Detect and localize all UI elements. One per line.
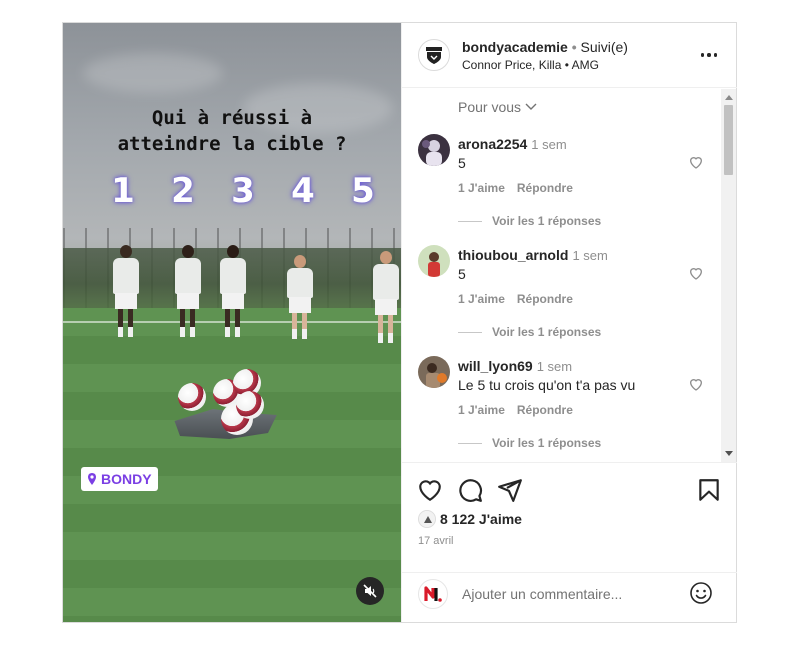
comment-text: 5 bbox=[458, 155, 466, 171]
mute-toggle-button[interactable] bbox=[356, 577, 384, 605]
comment-username-text[interactable]: will_lyon69 bbox=[458, 358, 533, 374]
view-replies-button[interactable]: Voir les 1 réponses bbox=[458, 436, 601, 450]
comment-sort-dropdown[interactable]: Pour vous bbox=[458, 99, 537, 115]
comment-username[interactable]: thioubou_arnold 1 sem bbox=[458, 247, 608, 263]
account-avatar[interactable] bbox=[418, 39, 450, 71]
likes-summary[interactable]: 8 122 J'aime bbox=[418, 510, 522, 528]
comment-input[interactable] bbox=[462, 583, 672, 605]
comment-likes-count[interactable]: 1 J'aime bbox=[458, 403, 505, 417]
overlay-title-line-1: Qui à réussi à bbox=[151, 107, 313, 129]
header-separator: • bbox=[571, 39, 577, 55]
post-actions: 8 122 J'aime 17 avril bbox=[402, 462, 737, 572]
comment-meta: 1 J'aime Répondre bbox=[458, 181, 573, 195]
account-username[interactable]: bondyacademie bbox=[462, 39, 568, 55]
comment-username[interactable]: will_lyon69 1 sem bbox=[458, 358, 572, 374]
comment-username-text[interactable]: arona2254 bbox=[458, 136, 527, 152]
post-dialog: Qui à réussi à atteindre la cible ? 1 2 … bbox=[62, 22, 737, 623]
likes-count: 8 122 J'aime bbox=[440, 511, 522, 527]
bookmark-icon[interactable] bbox=[696, 477, 722, 503]
post-side-panel: bondyacademie • Suivi(e) Connor Price, K… bbox=[401, 23, 737, 622]
sky-cloud bbox=[83, 53, 223, 93]
follow-status-button[interactable]: Suivi(e) bbox=[581, 39, 628, 55]
comment-username-text[interactable]: thioubou_arnold bbox=[458, 247, 568, 263]
post-header: bondyacademie • Suivi(e) Connor Price, K… bbox=[402, 23, 737, 88]
comment-text: Le 5 tu crois qu'on t'a pas vu bbox=[458, 377, 636, 393]
comment-heart-icon[interactable] bbox=[688, 376, 704, 392]
heart-icon[interactable] bbox=[417, 477, 443, 503]
comment-bubble-icon[interactable] bbox=[457, 477, 483, 503]
football bbox=[178, 383, 206, 411]
add-comment-bar bbox=[402, 572, 737, 622]
commenter-avatar[interactable] bbox=[418, 245, 450, 277]
club-crest-icon bbox=[426, 47, 442, 64]
scrollbar-thumb[interactable] bbox=[724, 105, 733, 175]
comment-time: 1 sem bbox=[531, 137, 567, 152]
football-pitch bbox=[63, 308, 401, 622]
comment-item: arona2254 1 sem 5 1 J'aime Répondre Voir … bbox=[418, 134, 718, 245]
header-account-line: bondyacademie • Suivi(e) bbox=[462, 39, 628, 55]
comments-list: Pour vous arona2254 1 sem 5 1 J'aime Répo… bbox=[402, 89, 737, 462]
reply-button[interactable]: Répondre bbox=[517, 403, 573, 417]
comment-username[interactable]: arona2254 1 sem bbox=[458, 136, 567, 152]
comment-meta: 1 J'aime Répondre bbox=[458, 403, 573, 417]
emoji-icon[interactable] bbox=[689, 581, 713, 605]
reply-button[interactable]: Répondre bbox=[517, 181, 573, 195]
current-user-avatar bbox=[418, 579, 448, 609]
comment-item: thioubou_arnold 1 sem 5 1 J'aime Répondre… bbox=[418, 245, 718, 356]
view-replies-label: Voir les 1 réponses bbox=[492, 436, 602, 450]
player-number-row: 1 2 3 4 5 bbox=[103, 171, 383, 211]
location-label: BONDY bbox=[101, 471, 152, 487]
location-pin-icon bbox=[85, 472, 99, 486]
comment-text: 5 bbox=[458, 266, 466, 282]
chevron-down-icon bbox=[525, 103, 537, 110]
view-replies-button[interactable]: Voir les 1 réponses bbox=[458, 325, 601, 339]
location-sticker[interactable]: BONDY bbox=[81, 467, 158, 491]
player-number-1: 1 bbox=[111, 171, 135, 211]
comments-scrollbar[interactable] bbox=[721, 89, 736, 462]
commenter-avatar[interactable] bbox=[418, 134, 450, 166]
view-replies-label: Voir les 1 réponses bbox=[492, 325, 602, 339]
view-replies-label: Voir les 1 réponses bbox=[492, 214, 602, 228]
comment-likes-count[interactable]: 1 J'aime bbox=[458, 292, 505, 306]
overlay-title-line-2: atteindre la cible ? bbox=[117, 133, 347, 155]
commenter-avatar[interactable] bbox=[418, 356, 450, 388]
comment-item: will_lyon69 1 sem Le 5 tu crois qu'on t'a… bbox=[418, 356, 718, 462]
scroll-up-arrow-icon[interactable] bbox=[725, 95, 733, 100]
comment-time: 1 sem bbox=[572, 248, 608, 263]
more-options-icon[interactable] bbox=[699, 45, 719, 65]
comment-heart-icon[interactable] bbox=[688, 154, 704, 170]
pitch-line bbox=[63, 321, 401, 323]
player-number-2: 2 bbox=[171, 171, 195, 211]
reply-button[interactable]: Répondre bbox=[517, 292, 573, 306]
audio-track-link[interactable]: Connor Price, Killa • AMG bbox=[462, 58, 599, 72]
football bbox=[236, 391, 264, 419]
post-date: 17 avril bbox=[418, 535, 454, 547]
scroll-down-arrow-icon[interactable] bbox=[725, 451, 733, 456]
view-replies-button[interactable]: Voir les 1 réponses bbox=[458, 214, 601, 228]
comment-heart-icon[interactable] bbox=[688, 265, 704, 281]
post-media-video[interactable]: Qui à réussi à atteindre la cible ? 1 2 … bbox=[63, 23, 401, 622]
comment-time: 1 sem bbox=[536, 359, 573, 374]
liker-avatar bbox=[418, 510, 436, 528]
comment-meta: 1 J'aime Répondre bbox=[458, 292, 573, 306]
player-number-3: 3 bbox=[231, 171, 255, 211]
speaker-muted-icon bbox=[363, 584, 377, 598]
replies-divider bbox=[458, 220, 482, 222]
comment-sort-label: Pour vous bbox=[458, 99, 522, 115]
comment-likes-count[interactable]: 1 J'aime bbox=[458, 181, 505, 195]
paper-plane-icon[interactable] bbox=[497, 477, 523, 503]
player-number-4: 4 bbox=[291, 171, 315, 211]
story-overlay-title: Qui à réussi à atteindre la cible ? bbox=[63, 105, 401, 157]
replies-divider bbox=[458, 442, 482, 444]
replies-divider bbox=[458, 331, 482, 333]
player-number-5: 5 bbox=[351, 171, 375, 211]
